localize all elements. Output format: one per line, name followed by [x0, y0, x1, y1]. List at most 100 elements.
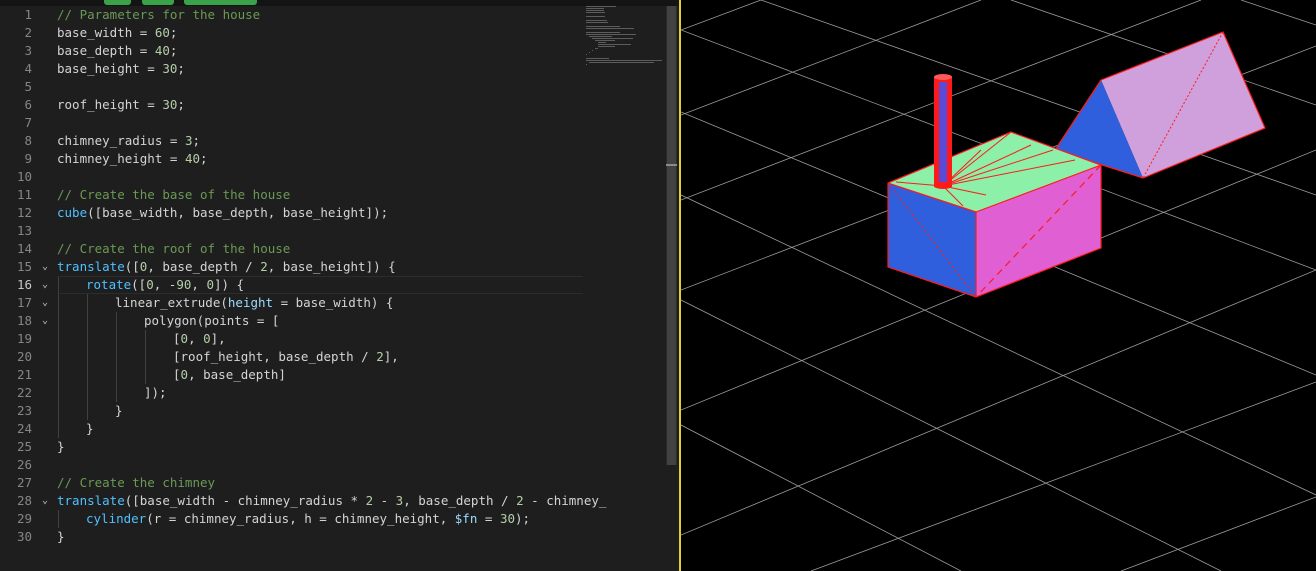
code-line[interactable]: 19 [0, 0], [0, 330, 583, 348]
code-token: rotate [86, 277, 132, 292]
code-token: polygon(points = [ [144, 313, 280, 328]
code-line[interactable]: 16 ⌄ rotate([0, -90, 0]) { [0, 276, 583, 294]
code-line[interactable]: 15 ⌄ translate([0, base_depth / 2, base_he… [0, 258, 583, 276]
code-lines[interactable]: 1 // Parameters for the house 2 base_width … [0, 6, 606, 546]
code-token: 40 [184, 151, 200, 166]
code-token: ; [177, 97, 185, 112]
fold-chevron-icon[interactable]: ⌄ [38, 294, 52, 312]
line-number: 9 [24, 151, 32, 166]
grid-line [1240, 0, 1316, 26]
code-token: , base_depth / [403, 493, 517, 508]
code-text: // Parameters for the house [57, 6, 260, 24]
code-line[interactable]: 7 [0, 114, 583, 132]
indent-guide [58, 294, 59, 312]
minimap-line [586, 16, 605, 17]
indent-guide [116, 384, 117, 402]
code-text: } [57, 438, 65, 456]
code-line[interactable]: 8 chimney_radius = 3; [0, 132, 583, 150]
toolbar-tab[interactable] [184, 0, 257, 5]
code-line[interactable]: 3 base_depth = 40; [0, 42, 583, 60]
minimap-line [586, 60, 662, 61]
grid-line [810, 381, 1316, 571]
code-token: ([base_width - chimney_radius * [124, 493, 366, 508]
code-token: 2 [516, 493, 524, 508]
code-token: // Parameters for the house [57, 7, 261, 22]
indent-guide [87, 348, 88, 366]
line-number: 6 [24, 97, 32, 112]
minimap-line [586, 22, 608, 23]
code-line[interactable]: 30} [0, 528, 583, 546]
indent-guide [145, 348, 146, 366]
code-token: roof_height = [57, 97, 163, 112]
minimap-line [598, 44, 631, 45]
code-line[interactable]: 26 [0, 456, 583, 474]
code-line[interactable]: 6 roof_height = 30; [0, 96, 583, 114]
code-line[interactable]: 20 [roof_height, base_depth / 2], [0, 348, 583, 366]
code-line[interactable]: 23} [0, 402, 583, 420]
code-line[interactable]: 1 // Parameters for the house [0, 6, 583, 24]
fold-chevron-icon[interactable]: ⌄ [38, 258, 52, 276]
line-number: 29 [16, 511, 32, 526]
code-token: base_height = [57, 61, 163, 76]
3d-viewport[interactable] [681, 0, 1316, 571]
code-line[interactable]: 5 [0, 78, 583, 96]
code-text: ]); [144, 384, 167, 402]
roof-prism[interactable] [1054, 31, 1266, 179]
indent-guide [116, 366, 117, 384]
fold-chevron-icon[interactable]: ⌄ [38, 492, 52, 510]
code-line[interactable]: 13 [0, 222, 583, 240]
code-text: translate([base_width - chimney_radius *… [57, 492, 606, 510]
code-token: 0 [203, 331, 211, 346]
code-token: chimney_height = [57, 151, 185, 166]
indent-guide [58, 330, 59, 348]
line-number: 1 [24, 7, 32, 22]
code-token: // Create the base of the house [57, 187, 291, 202]
code-editor[interactable]: 1 // Parameters for the house 2 base_width … [0, 0, 679, 571]
fold-chevron-icon[interactable]: ⌄ [38, 312, 52, 330]
code-line[interactable]: 18 ⌄ polygon(points = [ [0, 312, 583, 330]
code-token: // Create the chimney [57, 475, 216, 490]
editor-scrollbar[interactable] [666, 6, 677, 465]
chimney-bottom [934, 183, 952, 189]
code-text: // Create the chimney [57, 474, 215, 492]
code-line[interactable]: 21 [0, base_depth] [0, 366, 583, 384]
code-token: , [191, 277, 207, 292]
render-canvas[interactable] [681, 0, 1316, 571]
code-line[interactable]: 4 base_height = 30; [0, 60, 583, 78]
line-number: 7 [24, 115, 32, 130]
code-token: $fn [454, 511, 478, 526]
code-token: , base_depth] [188, 367, 286, 382]
house-base[interactable] [887, 131, 1102, 298]
line-number: 18 [16, 313, 32, 328]
line-number: 12 [16, 205, 32, 220]
code-token: 2 [376, 349, 384, 364]
code-line[interactable]: 11 // Create the base of the house [0, 186, 583, 204]
code-line[interactable]: 25} [0, 438, 583, 456]
code-line[interactable]: 22]); [0, 384, 583, 402]
code-line[interactable]: 27 // Create the chimney [0, 474, 583, 492]
code-line[interactable]: 24} [0, 420, 583, 438]
code-text: cylinder(r = chimney_radius, h = chimney… [86, 510, 530, 528]
code-line[interactable]: 17 ⌄ linear_extrude(height = base_width) { [0, 294, 583, 312]
code-line[interactable]: 9 chimney_height = 40; [0, 150, 583, 168]
code-line[interactable]: 14 // Create the roof of the house [0, 240, 583, 258]
fold-chevron-icon[interactable]: ⌄ [38, 276, 52, 294]
minimap[interactable] [586, 6, 666, 86]
chimney[interactable] [934, 74, 952, 189]
code-line[interactable]: 29 cylinder(r = chimney_radius, h = chimn… [0, 510, 583, 528]
code-line[interactable]: 10 [0, 168, 583, 186]
minimap-line [589, 52, 590, 53]
toolbar-tab[interactable] [142, 0, 174, 5]
minimap-line [586, 28, 634, 29]
editor-scrollbar-thumb[interactable] [667, 6, 676, 465]
code-line[interactable]: 2 base_width = 60; [0, 24, 583, 42]
code-line[interactable]: 12 cube([base_width, base_depth, base_hei… [0, 204, 583, 222]
code-token: ; [192, 133, 200, 148]
code-token: // Create the roof of the house [57, 241, 291, 256]
code-token: } [57, 529, 65, 544]
code-token: - [373, 493, 396, 508]
code-line[interactable]: 28 ⌄ translate([base_width - chimney_radiu… [0, 492, 606, 510]
indent-guide [87, 312, 88, 330]
toolbar-tab[interactable] [104, 0, 131, 5]
code-text: chimney_radius = 3; [57, 132, 200, 150]
